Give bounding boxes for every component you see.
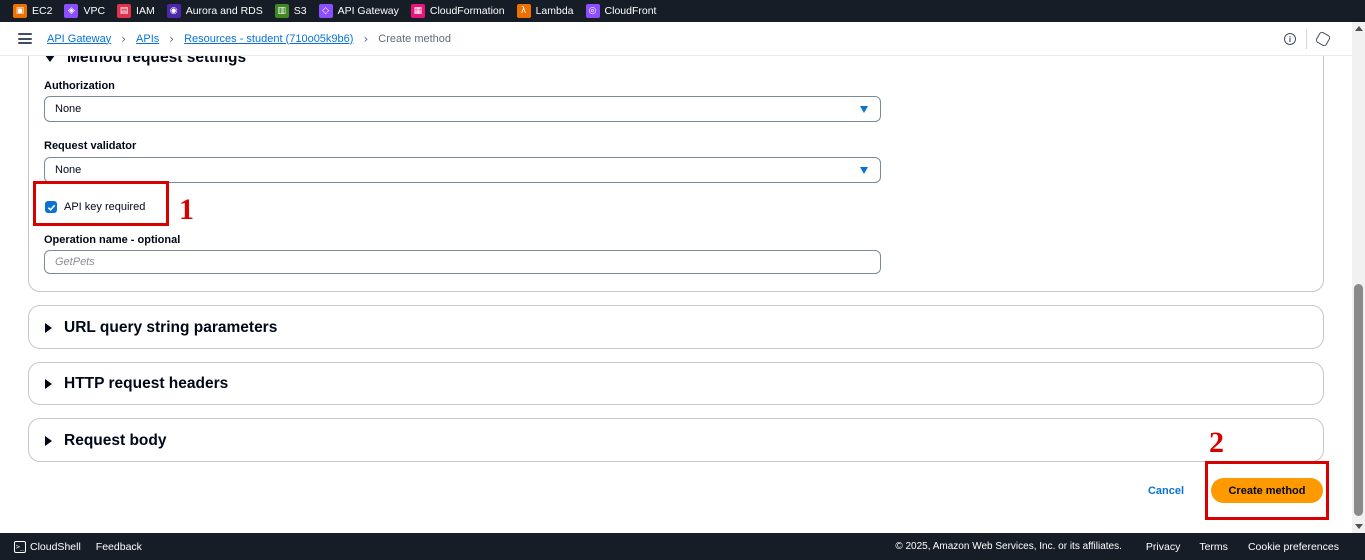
cloudshell-button[interactable]: >_ CloudShell xyxy=(14,540,81,553)
favorite-iam[interactable]: ▤ IAM xyxy=(117,4,155,18)
annotation-box-step-2 xyxy=(1205,461,1329,520)
url-query-string-header[interactable]: URL query string parameters xyxy=(45,319,277,337)
favorite-label: Aurora and RDS xyxy=(185,5,263,17)
lambda-icon: λ xyxy=(516,4,531,18)
section-title: HTTP request headers xyxy=(64,375,229,392)
operation-name-label: Operation name - optional xyxy=(44,234,181,246)
scrollbar-thumb[interactable] xyxy=(1354,284,1363,516)
copyright-text: © 2025, Amazon Web Services, Inc. or its… xyxy=(895,541,1122,552)
divider xyxy=(1306,29,1307,49)
scroll-up-arrow-icon[interactable] xyxy=(1355,26,1363,31)
terms-link[interactable]: Terms xyxy=(1199,541,1228,553)
section-title: Request body xyxy=(64,432,167,449)
breadcrumb-tools: i xyxy=(1284,22,1352,56)
favorite-label: VPC xyxy=(83,5,106,17)
authorization-label: Authorization xyxy=(44,80,115,92)
favorite-label: CloudFormation xyxy=(429,5,505,17)
favorite-label: IAM xyxy=(136,5,155,17)
caret-down-icon xyxy=(45,56,55,62)
favorite-label: Lambda xyxy=(535,5,574,17)
terminal-icon: >_ xyxy=(14,540,26,553)
url-query-string-panel[interactable]: URL query string parameters xyxy=(28,305,1324,349)
cloudformation-icon: ▦ xyxy=(410,4,425,18)
caret-right-icon xyxy=(45,436,52,446)
method-request-settings-header[interactable]: Method request settings xyxy=(45,56,246,67)
annotation-number-1: 1 xyxy=(179,193,194,226)
chevron-right-icon: › xyxy=(363,31,369,46)
caret-down-icon xyxy=(860,106,868,113)
menu-icon[interactable] xyxy=(18,33,32,44)
caret-down-icon xyxy=(860,167,868,174)
favorite-cloudformation[interactable]: ▦ CloudFormation xyxy=(410,4,505,18)
favorite-ec2[interactable]: ▣ EC2 xyxy=(13,4,52,18)
breadcrumb-apis[interactable]: APIs xyxy=(136,33,159,45)
vpc-icon: ◈ xyxy=(64,4,79,18)
privacy-link[interactable]: Privacy xyxy=(1146,541,1180,553)
breadcrumb-resources[interactable]: Resources - student (710o05k9b6) xyxy=(184,33,353,45)
http-request-headers-panel[interactable]: HTTP request headers xyxy=(28,362,1324,405)
favorite-label: CloudFront xyxy=(604,5,657,17)
favorite-label: S3 xyxy=(293,5,307,17)
page-scrollbar[interactable] xyxy=(1352,22,1365,533)
favorite-lambda[interactable]: λ Lambda xyxy=(516,4,574,18)
chevron-right-icon: › xyxy=(169,31,175,46)
favorite-api-gateway[interactable]: ◇ API Gateway xyxy=(318,4,399,18)
s3-icon: ▥ xyxy=(274,4,289,18)
caret-right-icon xyxy=(45,379,52,389)
ec2-icon: ▣ xyxy=(13,4,27,18)
favorite-label: EC2 xyxy=(32,5,53,17)
favorite-cloudfront[interactable]: ◎ CloudFront xyxy=(585,4,657,18)
request-validator-label: Request validator xyxy=(44,140,137,152)
info-icon[interactable]: i xyxy=(1284,33,1296,45)
console-footer: >_ CloudShell Feedback © 2025, Amazon We… xyxy=(0,533,1365,560)
section-title: URL query string parameters xyxy=(64,319,278,336)
authorization-value: None xyxy=(55,103,82,115)
annotation-number-2: 2 xyxy=(1209,426,1224,459)
iam-icon: ▤ xyxy=(117,4,132,18)
request-validator-value: None xyxy=(55,164,82,176)
breadcrumb: API Gateway › APIs › Resources - student… xyxy=(0,22,1352,56)
http-request-headers-header[interactable]: HTTP request headers xyxy=(45,375,228,393)
footer-links: © 2025, Amazon Web Services, Inc. or its… xyxy=(895,533,1339,560)
cookie-preferences-link[interactable]: Cookie preferences xyxy=(1248,541,1339,553)
annotation-box-step-1 xyxy=(33,181,169,226)
caret-right-icon xyxy=(45,323,52,333)
cancel-button[interactable]: Cancel xyxy=(1141,481,1191,501)
favorite-rds[interactable]: ◉ Aurora and RDS xyxy=(166,4,263,18)
scroll-down-arrow-icon[interactable] xyxy=(1355,524,1363,529)
operation-name-input[interactable] xyxy=(44,250,881,274)
cloudshell-label: CloudShell xyxy=(30,540,81,553)
request-validator-select[interactable]: None xyxy=(44,157,881,183)
favorite-s3[interactable]: ▥ S3 xyxy=(274,4,307,18)
api-gateway-icon: ◇ xyxy=(318,4,333,18)
section-title: Method request settings xyxy=(67,56,247,66)
breadcrumb-current: Create method xyxy=(378,32,452,45)
main-content: Method request settings Authorization No… xyxy=(0,56,1352,533)
rds-icon: ◉ xyxy=(166,4,181,18)
feedback-link[interactable]: Feedback xyxy=(96,541,142,553)
request-body-panel[interactable]: Request body xyxy=(28,418,1324,462)
chevron-right-icon: › xyxy=(121,31,127,46)
favorite-label: API Gateway xyxy=(337,5,399,17)
favorites-bar: ▣ EC2 ◈ VPC ▤ IAM ◉ Aurora and RDS ▥ S3 … xyxy=(0,0,1365,22)
breadcrumb-api-gateway[interactable]: API Gateway xyxy=(47,33,111,45)
cloudfront-icon: ◎ xyxy=(585,4,600,18)
request-body-header[interactable]: Request body xyxy=(45,432,166,450)
settings-icon[interactable] xyxy=(1314,30,1332,48)
favorite-vpc[interactable]: ◈ VPC xyxy=(64,4,105,18)
authorization-select[interactable]: None xyxy=(44,96,881,122)
